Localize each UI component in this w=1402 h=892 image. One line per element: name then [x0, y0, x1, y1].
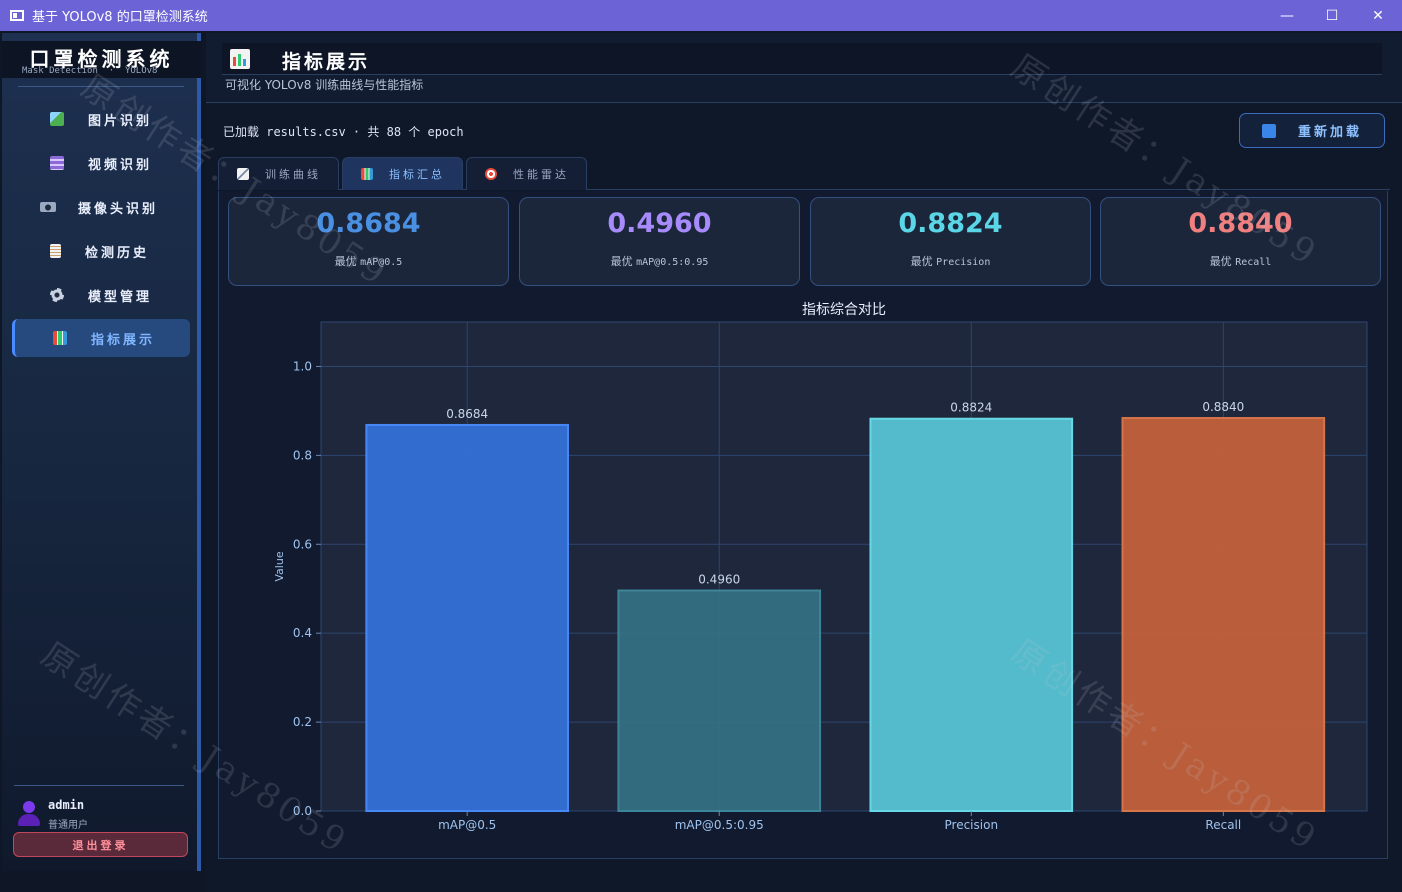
x-tick-label: Recall	[1205, 818, 1241, 832]
brand-header: 口罩检测系统 Mask Detection · YOLOv8	[2, 41, 201, 78]
y-tick-label: 0.0	[293, 804, 312, 818]
video-icon	[50, 156, 64, 170]
brand-subtitle: Mask Detection · YOLOv8	[22, 66, 158, 76]
line-chart-icon	[237, 168, 249, 180]
y-tick-label: 0.8	[293, 448, 312, 462]
sidebar-item-label: 检测历史	[85, 245, 150, 261]
page-title-bar: 指标展示	[222, 43, 1382, 75]
history-icon	[50, 244, 61, 258]
main-area: 指标展示 可视化 YOLOv8 训练曲线与性能指标 已加载 results.cs…	[206, 33, 1402, 892]
divider	[18, 86, 184, 87]
divider	[14, 785, 184, 786]
bar-chart-icon	[361, 168, 373, 180]
sidebar-item-image-detect[interactable]: 图片识别	[12, 100, 190, 138]
bar	[365, 423, 570, 812]
data-label: 0.8824	[950, 401, 992, 415]
user-name: admin	[48, 798, 85, 812]
y-tick-label: 0.2	[293, 715, 312, 729]
sidebar-item-label: 模型管理	[88, 289, 153, 305]
title-bar[interactable]: 基于 YOLOv8 的口罩检测系统 — ☐ ✕	[0, 0, 1402, 31]
sidebar-item-label: 指标展示	[91, 332, 156, 348]
bar	[869, 417, 1074, 812]
tab-label: 性能雷达	[513, 168, 569, 181]
tab-training-curves[interactable]: 训练曲线	[218, 157, 339, 190]
sidebar-item-model-manage[interactable]: 模型管理	[12, 276, 190, 314]
tab-metrics-summary[interactable]: 指标汇总	[342, 157, 463, 190]
avatar	[16, 799, 42, 827]
loaded-status: 已加载 results.csv · 共 88 个 epoch	[223, 125, 464, 139]
refresh-icon	[1261, 123, 1276, 138]
data-label: 0.8684	[446, 407, 488, 421]
sidebar: 口罩检测系统 Mask Detection · YOLOv8 图片识别 视频识别…	[2, 33, 201, 871]
page-subtitle: 可视化 YOLOv8 训练曲线与性能指标	[225, 78, 424, 92]
x-tick-label: mAP@0.5	[438, 818, 496, 832]
gear-icon	[50, 288, 64, 302]
y-axis-label: Value	[273, 551, 286, 581]
y-tick-label: 0.6	[293, 537, 312, 551]
user-role: 普通用户	[48, 820, 88, 831]
y-tick-label: 0.4	[293, 626, 312, 640]
window-title: 基于 YOLOv8 的口罩检测系统	[32, 10, 208, 25]
reload-button-label: 重新加载	[1297, 125, 1362, 140]
y-tick-label: 1.0	[293, 359, 312, 373]
logout-button[interactable]: 退出登录	[13, 832, 188, 857]
data-label: 0.4960	[698, 573, 740, 587]
maximize-button[interactable]: ☐	[1309, 0, 1355, 31]
image-icon	[50, 112, 64, 126]
close-button[interactable]: ✕	[1355, 0, 1401, 31]
tab-performance-radar[interactable]: 性能雷达	[466, 157, 587, 190]
camera-icon	[40, 202, 56, 212]
tab-label: 训练曲线	[265, 168, 321, 181]
bar-chart-icon	[230, 49, 250, 69]
bar-chart-icon	[53, 331, 67, 345]
sidebar-item-history[interactable]: 检测历史	[12, 232, 190, 270]
sidebar-item-camera-detect[interactable]: 摄像头识别	[12, 188, 190, 226]
data-label: 0.8840	[1202, 400, 1244, 414]
page-header: 指标展示 可视化 YOLOv8 训练曲线与性能指标	[206, 33, 1402, 103]
bar	[617, 589, 822, 813]
target-icon	[485, 168, 497, 180]
app-window: 基于 YOLOv8 的口罩检测系统 — ☐ ✕ 口罩检测系统 Mask Dete…	[0, 0, 1402, 892]
metrics-bar-chart: 0.0 0.2 0.4 0.6 0.8 1.0 0.8684 mAP@0.5 0.4960 mAP…	[273, 302, 1368, 832]
tab-bar: 训练曲线 指标汇总 性能雷达	[218, 157, 1390, 190]
sidebar-item-label: 摄像头识别	[78, 201, 159, 217]
page-title: 指标展示	[282, 51, 371, 73]
sidebar-item-video-detect[interactable]: 视频识别	[12, 144, 190, 182]
x-tick-label: mAP@0.5:0.95	[675, 818, 764, 832]
sidebar-item-label: 图片识别	[88, 113, 153, 129]
x-tick-label: Precision	[945, 818, 999, 832]
sidebar-item-label: 视频识别	[88, 157, 153, 173]
reload-button[interactable]: 重新加载	[1239, 113, 1385, 148]
sidebar-item-metrics[interactable]: 指标展示	[12, 319, 190, 357]
metrics-content: 已加载 results.csv · 共 88 个 epoch 重新加载 训练曲线…	[218, 113, 1390, 873]
summary-panel: 0.8684 最优 mAP@0.5 0.4960 最优 mAP@0.5:0.95…	[218, 191, 1388, 859]
chart-title: 指标综合对比	[802, 302, 886, 318]
minimize-button[interactable]: —	[1264, 0, 1310, 31]
app-icon	[10, 10, 24, 21]
tab-label: 指标汇总	[389, 168, 445, 181]
bar	[1121, 417, 1326, 812]
